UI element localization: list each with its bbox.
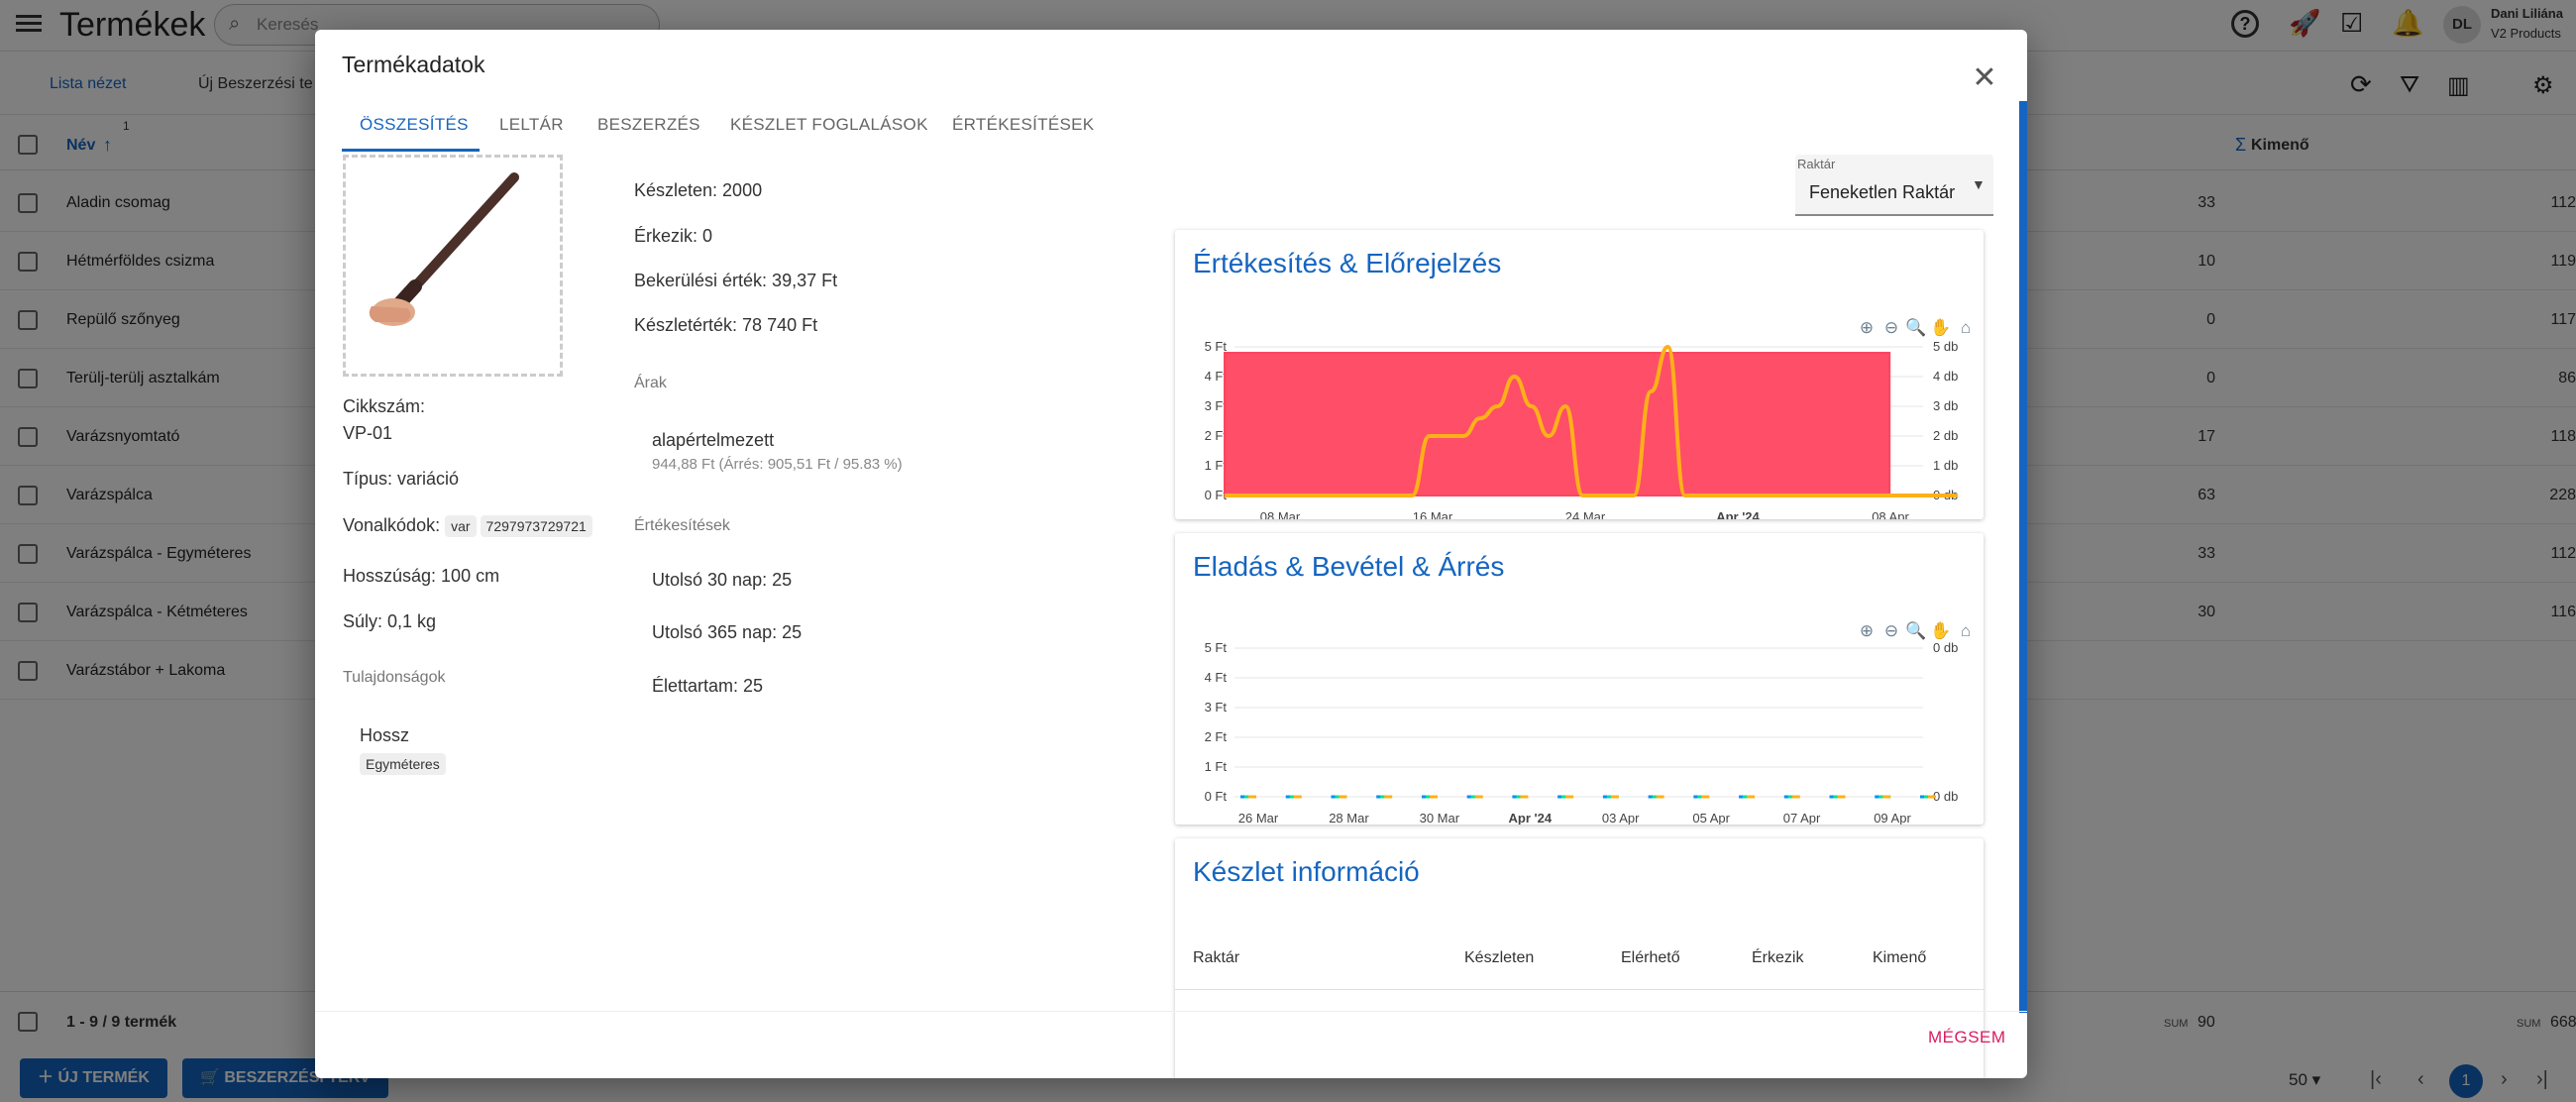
magic-wand-image (369, 172, 519, 326)
stock-value: Készleten: 2000 (634, 180, 763, 200)
sales-forecast-chart: ⊕ ⊖ 🔍 ✋ ⌂0 Ft1 Ft2 Ft3 Ft4 Ft5 Ft0 db1 db2 d… (1205, 316, 1972, 519)
sales-30-days: Utolsó 30 nap: 25 (652, 570, 793, 590)
dialog-title: Termékadatok (342, 52, 485, 77)
price-detail: 944,88 Ft (Árrés: 905,51 Ft / 95.83 %) (652, 456, 903, 473)
y-right-tick-label: 5 db (1933, 339, 1958, 354)
y-right-tick-label: 4 db (1933, 369, 1958, 384)
product-details-dialog: Termékadatok ✕ ÖSSZESÍTÉS LELTÁR BESZERZ… (315, 30, 2027, 1078)
tab-purchase[interactable]: BESZERZÉS (597, 115, 700, 153)
sku-label: Cikkszám: (343, 396, 426, 416)
product-type: Típus: variáció (343, 469, 460, 489)
y-tick-label: 1 Ft (1205, 458, 1228, 473)
inventory-value: Készletérték: 78 740 Ft (634, 315, 818, 335)
chart2-title: Eladás & Bevétel & Árrés (1193, 551, 1505, 582)
y-right-tick-label: 0 db (1933, 640, 1958, 655)
x-tick-label: 16 Mar (1413, 509, 1453, 519)
col-available[interactable]: Elérhető (1621, 949, 1680, 967)
series-avg-price-area (1224, 352, 1958, 496)
sales-revenue-margin-chart: ⊕ ⊖ 🔍 ✋ ⌂ 0 Ft 1 Ft 2 Ft 3 Ft 4 Ft 5 Ft 0 db 0 db 26 … (1205, 619, 1972, 825)
y-tick-label: 5 Ft (1205, 339, 1228, 354)
zoom-out-icon[interactable]: ⊖ (1884, 621, 1898, 640)
zoom-select-icon[interactable]: 🔍 (1905, 619, 1926, 640)
length-value: Hosszúság: 100 cm (343, 566, 500, 586)
x-tick-label: 26 Mar (1238, 811, 1279, 825)
zoom-out-icon[interactable]: ⊖ (1884, 318, 1898, 337)
y-right-tick-label: 3 db (1933, 398, 1958, 413)
y-tick-label: 2 Ft (1205, 729, 1228, 744)
x-tick-label: 08 Apr (1872, 509, 1909, 519)
col-outgoing[interactable]: Kimenő (1873, 949, 1926, 967)
pan-icon[interactable]: ✋ (1930, 317, 1951, 337)
stock-info-card: Készlet információ Raktár Készleten Elér… (1175, 838, 1984, 1078)
dropdown-arrow-icon: ▼ (1972, 176, 1986, 192)
y-tick-label: 3 Ft (1205, 398, 1228, 413)
dialog-scrollbar[interactable] (2019, 101, 2027, 1013)
warehouse-select[interactable]: Raktár Feneketlen Raktár ▼ (1795, 155, 1993, 216)
tab-stock-reservations[interactable]: KÉSZLET FOGLALÁSOK (730, 115, 928, 153)
col-incoming[interactable]: Érkezik (1752, 949, 1803, 967)
y-right-tick-label: 0 db (1933, 789, 1958, 804)
active-tab-indicator (342, 149, 480, 152)
incoming-value: Érkezik: 0 (634, 226, 713, 246)
sales-365-days: Utolsó 365 nap: 25 (652, 622, 803, 642)
sku-value: VP-01 (343, 423, 393, 443)
y-tick-label: 2 Ft (1205, 428, 1228, 443)
x-tick-label: 28 Mar (1329, 811, 1369, 825)
stock-info-title: Készlet információ (1193, 856, 1420, 887)
sales-revenue-margin-card: Eladás & Bevétel & Árrés ⊕ ⊖ 🔍 ✋ ⌂ 0 Ft 1 Ft 2 … (1175, 533, 1984, 825)
tab-sales[interactable]: ÉRTÉKESÍTÉSEK (952, 115, 1094, 153)
col-in-stock[interactable]: Készleten (1464, 949, 1534, 967)
table-divider (1175, 989, 1984, 990)
y-right-tick-label: 2 db (1933, 428, 1958, 443)
price-name: alapértelmezett (652, 430, 775, 450)
tab-inventory[interactable]: LELTÁR (499, 115, 564, 153)
tab-summary[interactable]: ÖSSZESÍTÉS (360, 115, 469, 153)
cancel-button[interactable]: MÉGSEM (1928, 1028, 2006, 1047)
x-tick-label: 24 Mar (1565, 509, 1606, 519)
y-tick-label: 0 Ft (1205, 789, 1228, 804)
property-value-chip: Egyméteres (360, 753, 450, 775)
property-name: Hossz (360, 725, 410, 745)
x-tick-label: 09 Apr (1874, 811, 1911, 825)
y-tick-label: 5 Ft (1205, 640, 1228, 655)
x-tick-label: 03 Apr (1602, 811, 1640, 825)
x-tick-label: 05 Apr (1692, 811, 1730, 825)
cost-value: Bekerülési érték: 39,37 Ft (634, 271, 838, 290)
barcode-type-chip: var (445, 515, 477, 537)
x-tick-label: 30 Mar (1420, 811, 1460, 825)
sales-lifetime: Élettartam: 25 (652, 676, 764, 696)
reset-zoom-icon[interactable]: ⌂ (1961, 318, 1971, 337)
y-tick-label: 1 Ft (1205, 759, 1228, 774)
prices-label: Árak (634, 375, 667, 391)
reset-zoom-icon[interactable]: ⌂ (1961, 621, 1971, 640)
y-right-tick-label: 1 db (1933, 458, 1958, 473)
zoom-in-icon[interactable]: ⊕ (1860, 621, 1874, 640)
zoom-select-icon[interactable]: 🔍 (1905, 316, 1926, 337)
close-icon[interactable]: ✕ (1970, 63, 1999, 93)
x-tick-label: Apr '24 (1509, 811, 1553, 825)
x-tick-label: Apr '24 (1716, 509, 1760, 519)
dialog-footer-divider (315, 1011, 2027, 1012)
y-tick-label: 3 Ft (1205, 700, 1228, 715)
barcodes-row: Vonalkódok: var 7297973729721 (343, 515, 596, 537)
chart1-title: Értékesítés & Előrejelzés (1193, 248, 1502, 278)
y-tick-label: 0 Ft (1205, 488, 1228, 502)
sales-label: Értékesítések (634, 517, 730, 534)
x-tick-label: 07 Apr (1783, 811, 1821, 825)
product-image[interactable] (343, 155, 563, 377)
zoom-in-icon[interactable]: ⊕ (1860, 318, 1874, 337)
x-tick-label: 08 Mar (1260, 509, 1301, 519)
sales-forecast-card: Értékesítés & Előrejelzés ⊕ ⊖ 🔍 ✋ ⌂ 0 Ft 1 Ft 2… (1175, 230, 1984, 519)
pan-icon[interactable]: ✋ (1930, 620, 1951, 640)
y-tick-label: 4 Ft (1205, 369, 1228, 384)
weight-value: Súly: 0,1 kg (343, 611, 437, 631)
properties-label: Tulajdonságok (343, 669, 446, 686)
y-tick-label: 4 Ft (1205, 670, 1228, 685)
col-warehouse[interactable]: Raktár (1193, 949, 1239, 967)
barcode-chip: 7297973729721 (480, 515, 592, 537)
